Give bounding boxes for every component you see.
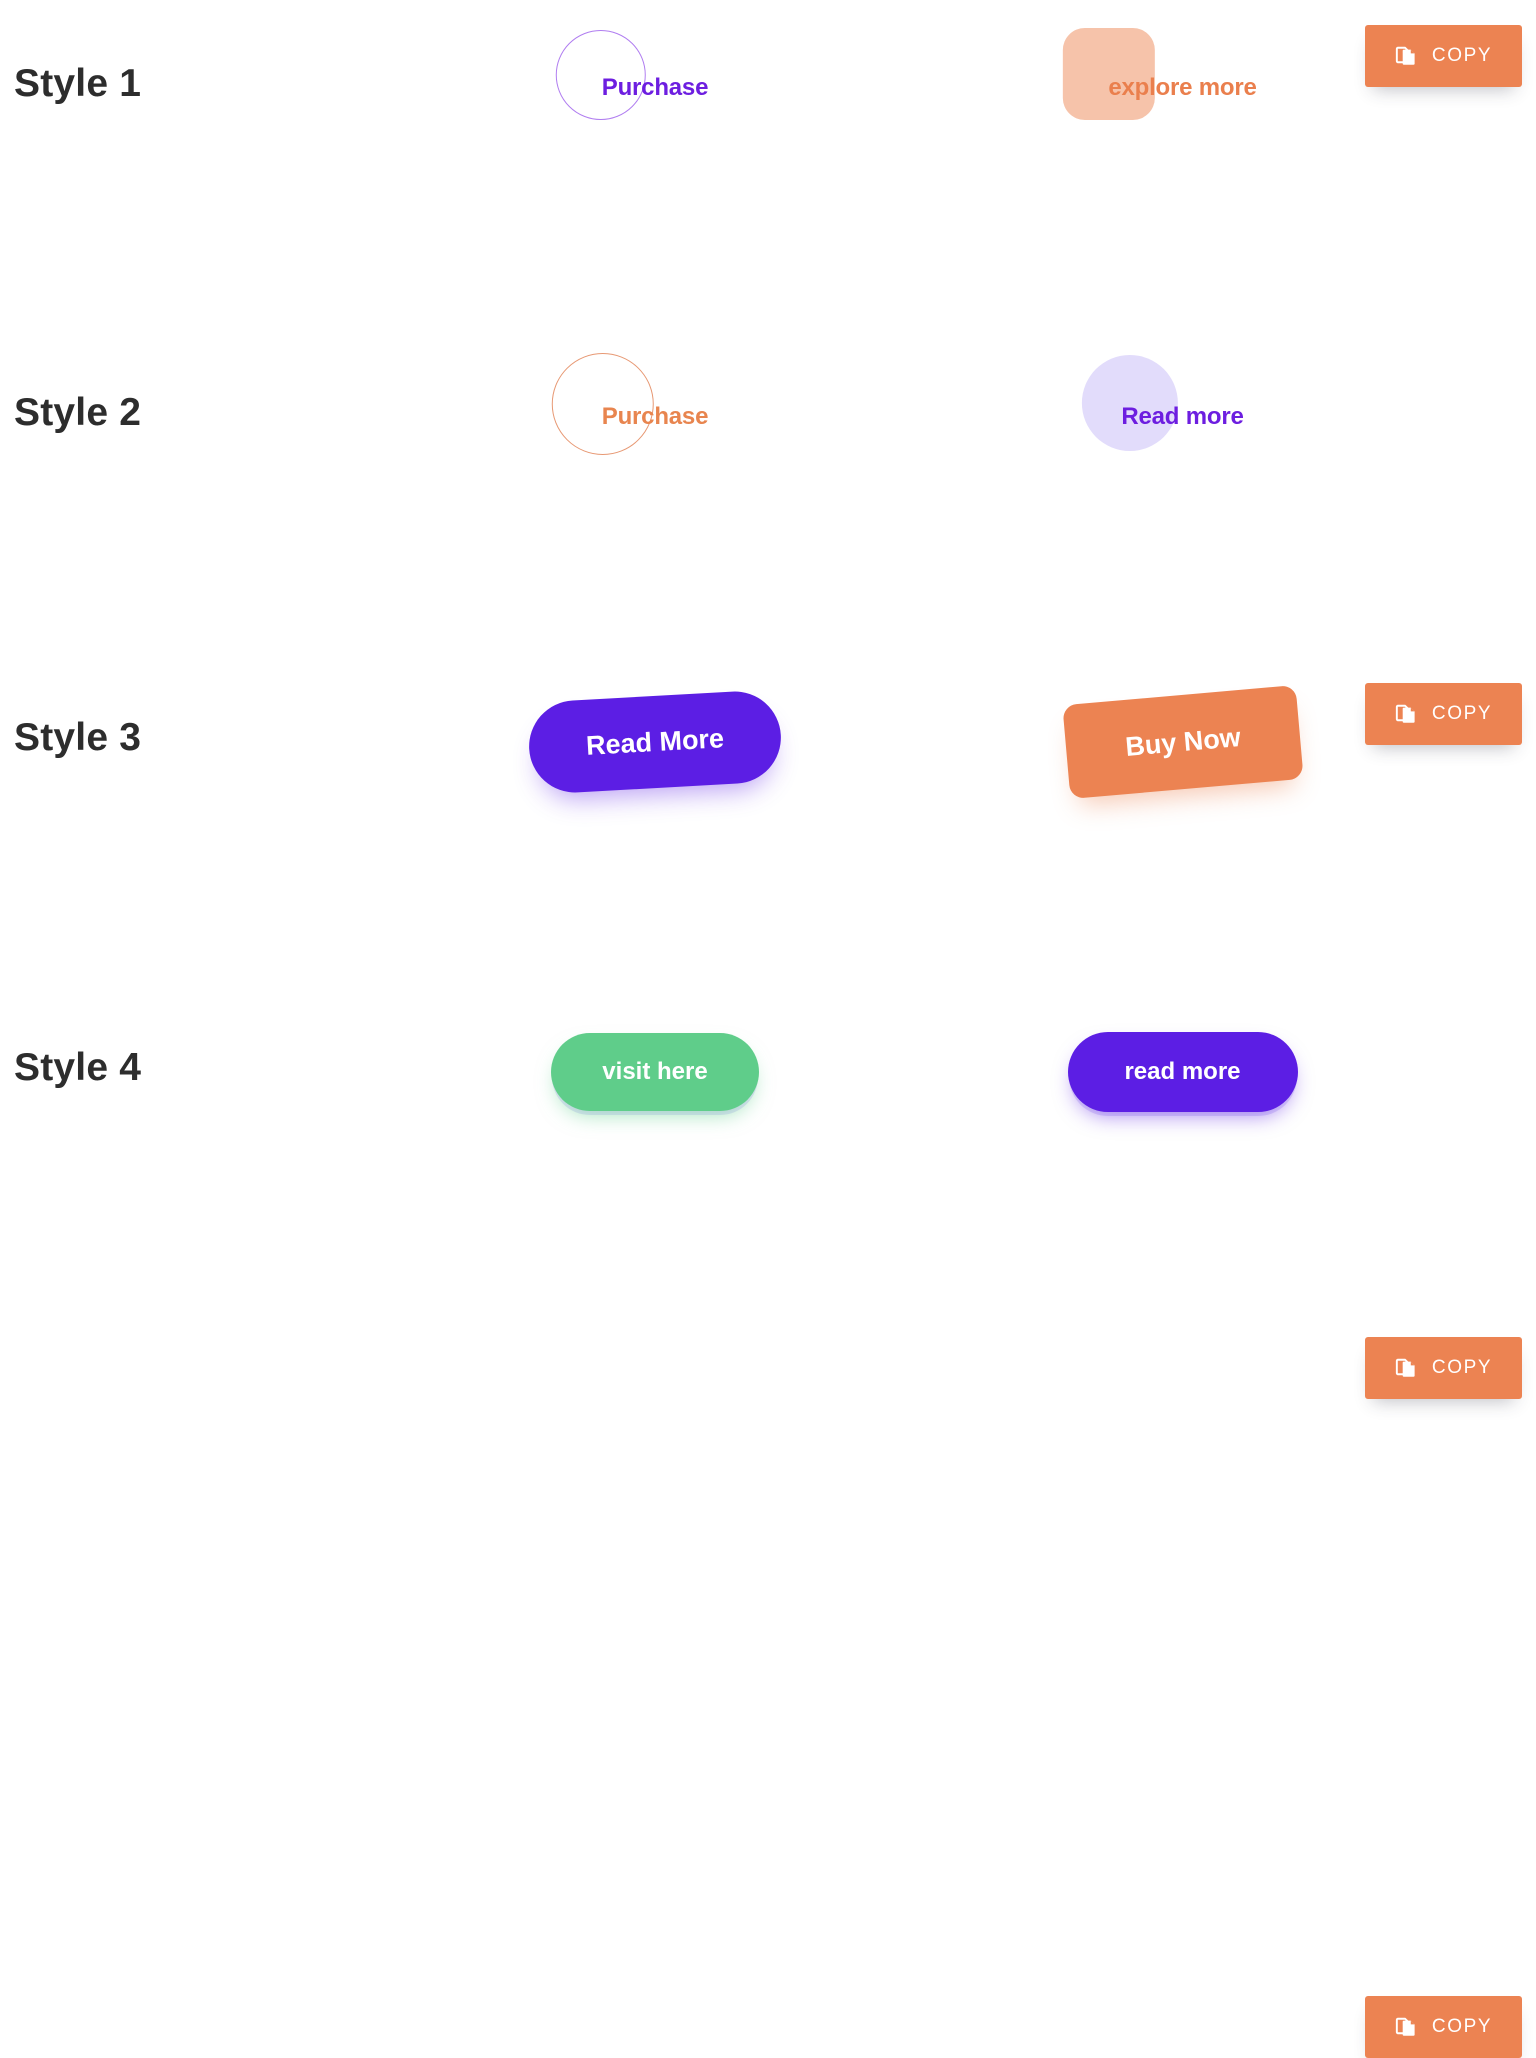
preview-cell-4b: read more — [1010, 984, 1355, 1160]
button-purchase-style2[interactable]: Purchase — [551, 353, 709, 455]
button-label: Read more — [1121, 403, 1244, 430]
preview-cell-1b: explore more — [1010, 0, 1355, 176]
preview-cell-1a: Purchase — [430, 0, 880, 176]
button-visit-here-style4[interactable]: visit here — [551, 1033, 759, 1111]
button-label: Purchase — [601, 403, 709, 430]
copy-button-label: COPY — [1431, 1357, 1493, 1378]
style-row-2: Style 2 Purchase Read more COPY — [0, 329, 1536, 745]
copy-button-style1[interactable]: COPY — [1365, 25, 1522, 87]
copy-icon — [1395, 1358, 1415, 1377]
copy-button-style3[interactable]: COPY — [1365, 1337, 1522, 1399]
button-label: Read More — [585, 722, 725, 761]
copy-button-label: COPY — [1431, 45, 1493, 66]
copy-icon — [1395, 46, 1415, 65]
button-read-more-style2[interactable]: Read more — [1081, 355, 1244, 451]
style-row-1: Style 1 Purchase explore more COPY — [0, 0, 1536, 176]
preview-cell-3b: Buy Now — [1010, 654, 1355, 830]
copy-button-label: COPY — [1431, 2016, 1493, 2037]
preview-cell-3a: Read More — [430, 654, 880, 830]
button-read-more-style3[interactable]: Read More — [526, 689, 784, 795]
preview-cell-4a: visit here — [430, 984, 880, 1160]
copy-button-style4[interactable]: COPY — [1365, 1996, 1522, 2058]
button-label: Purchase — [601, 74, 709, 101]
copy-icon — [1395, 2017, 1415, 2036]
button-buy-now-style3[interactable]: Buy Now — [1061, 684, 1304, 800]
style-label-1: Style 1 — [14, 62, 142, 105]
style-row-3: Style 3 Read More Buy Now COPY — [0, 654, 1536, 1399]
button-label: explore more — [1108, 74, 1257, 101]
preview-cell-2a: Purchase — [430, 329, 880, 505]
button-purchase-style1[interactable]: Purchase — [555, 30, 709, 120]
button-read-more-style4[interactable]: read more — [1067, 1032, 1298, 1112]
style-label-4: Style 4 — [14, 1046, 142, 1089]
button-label: Buy Now — [1123, 721, 1242, 762]
button-explore-more-style1[interactable]: explore more — [1062, 28, 1257, 120]
style-label-3: Style 3 — [14, 716, 142, 759]
button-styles-gallery: Style 1 Purchase explore more COPY Style… — [0, 0, 1536, 2058]
style-label-2: Style 2 — [14, 391, 142, 434]
preview-cell-2b: Read more — [1010, 329, 1355, 505]
button-label: read more — [1124, 1058, 1241, 1085]
style-row-4: Style 4 visit here read more COPY — [0, 984, 1536, 2058]
button-label: visit here — [602, 1058, 708, 1085]
